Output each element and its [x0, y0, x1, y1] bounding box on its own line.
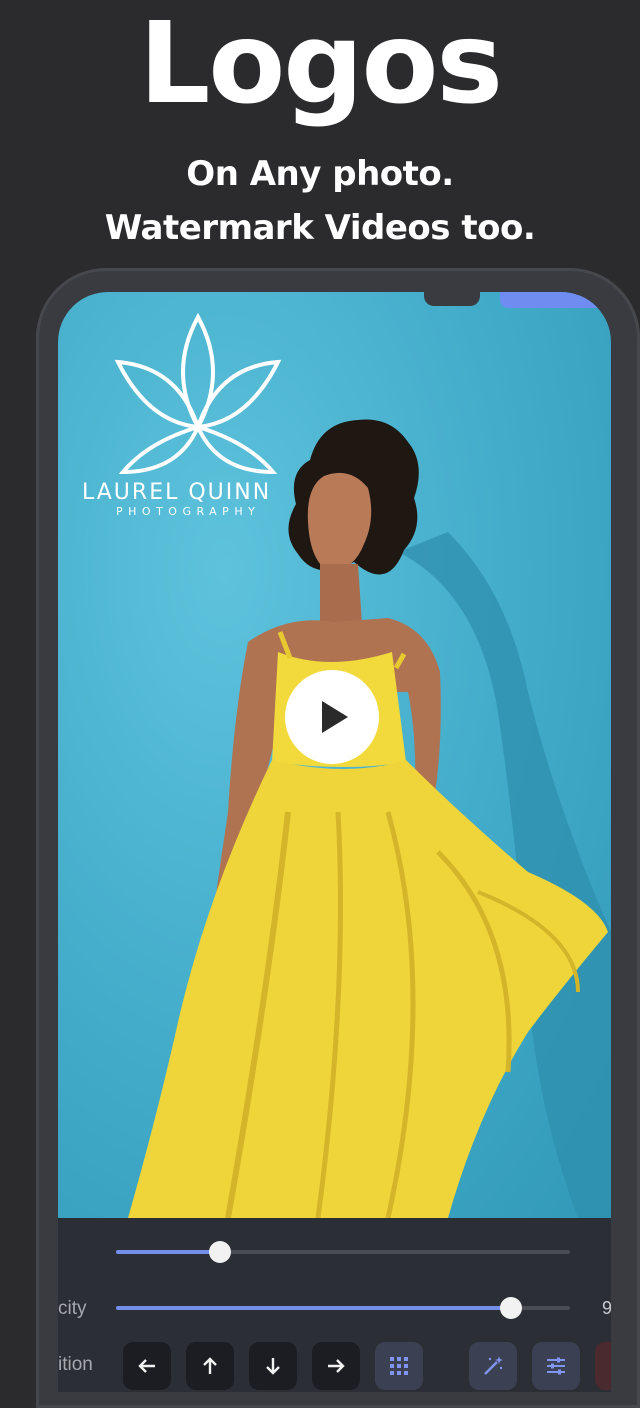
arrow-right-icon — [328, 1359, 345, 1373]
opacity-label: city — [58, 1298, 87, 1319]
move-up-button[interactable] — [186, 1342, 234, 1390]
move-left-button[interactable] — [123, 1342, 171, 1390]
editor-controls: city 9 ition — [58, 1218, 611, 1392]
opacity-slider[interactable] — [116, 1297, 570, 1319]
hero-title: Logos — [138, 0, 503, 129]
opacity-value: 9 — [602, 1298, 611, 1318]
watermark-tagline: PHOTOGRAPHY — [116, 505, 261, 518]
play-button[interactable] — [285, 670, 379, 764]
grid-position-button[interactable] — [375, 1342, 423, 1390]
opacity-slider-fill — [116, 1306, 511, 1310]
size-slider-thumb[interactable] — [209, 1241, 232, 1263]
magic-wand-icon — [484, 1356, 503, 1375]
play-icon — [322, 701, 348, 733]
sliders-icon — [547, 1357, 565, 1375]
hero-subtitle-line1: On Any photo. — [186, 154, 454, 194]
phone-screen: LAUREL QUINN PHOTOGRAPHY city 9 ition — [58, 292, 611, 1392]
move-right-button[interactable] — [312, 1342, 360, 1390]
magic-button[interactable] — [469, 1342, 517, 1390]
arrow-left-icon — [138, 1359, 155, 1373]
opacity-slider-thumb[interactable] — [499, 1297, 522, 1319]
top-tab[interactable] — [500, 292, 611, 308]
size-slider[interactable] — [116, 1241, 570, 1263]
arrow-down-icon — [266, 1358, 280, 1375]
move-down-button[interactable] — [249, 1342, 297, 1390]
photo-preview: LAUREL QUINN PHOTOGRAPHY — [58, 292, 611, 1218]
camera-notch — [424, 292, 480, 306]
size-slider-fill — [116, 1250, 221, 1254]
watermark-name: LAUREL QUINN — [82, 480, 272, 505]
hero-subtitle-line2: Watermark Videos too. — [104, 208, 536, 248]
leaf-logo-icon — [114, 312, 282, 475]
arrow-up-icon — [203, 1357, 217, 1374]
position-label: ition — [58, 1354, 93, 1375]
delete-button[interactable] — [595, 1342, 611, 1390]
adjust-button[interactable] — [532, 1342, 580, 1390]
grid-icon — [390, 1357, 408, 1375]
